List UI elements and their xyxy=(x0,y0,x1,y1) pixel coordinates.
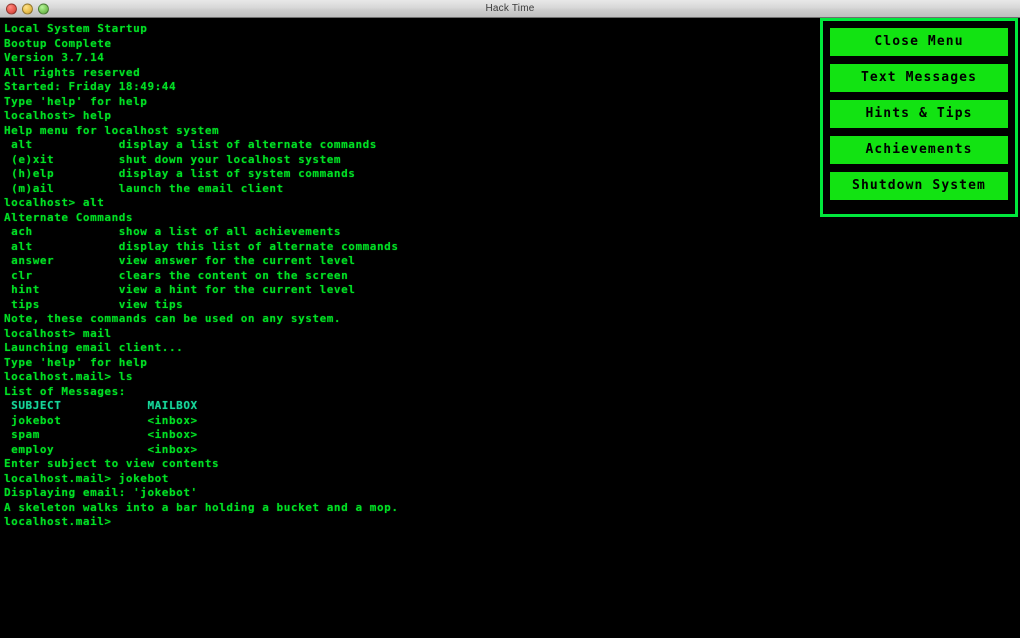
terminal-line: localhost> mail xyxy=(4,326,112,340)
terminal-line: tips view tips xyxy=(4,297,184,311)
game-menu-panel: Close Menu Text Messages Hints & Tips Achie… xyxy=(820,18,1018,217)
terminal-line: hint view a hint for the current level xyxy=(4,283,356,296)
traffic-lights xyxy=(6,3,49,14)
title-bar: Hack Time xyxy=(0,0,1020,18)
terminal-line: alt display this list of alternate comma… xyxy=(4,239,399,253)
terminal-line: Type 'help' for help xyxy=(4,355,148,369)
terminal-line: localhost.mail> ls xyxy=(4,370,134,383)
app-window: Hack Time Local System Startup Bootup Com… xyxy=(0,0,1020,638)
terminal-line: jokebot <inbox> xyxy=(4,413,198,427)
terminal-line: clr clears the content on the screen xyxy=(4,268,349,282)
achievements-button[interactable]: Achievements xyxy=(828,134,1010,166)
text-messages-button[interactable]: Text Messages xyxy=(828,62,1010,94)
terminal-line: spam <inbox> xyxy=(4,428,198,441)
terminal-line: ach show a list of all achievements xyxy=(4,225,342,238)
hints-and-tips-button[interactable]: Hints & Tips xyxy=(828,98,1010,130)
terminal-line: Note, these commands can be used on any … xyxy=(4,312,342,325)
terminal-line: List of Messages: xyxy=(4,384,126,398)
close-window-icon[interactable] xyxy=(6,3,17,14)
minimize-window-icon[interactable] xyxy=(22,3,33,14)
terminal-line: SUBJECT MAILBOX xyxy=(4,399,198,412)
close-menu-button[interactable]: Close Menu xyxy=(828,26,1010,58)
terminal-line: localhost.mail> xyxy=(4,515,112,528)
terminal-line: employ <inbox> xyxy=(4,442,198,456)
terminal-line: Displaying email: 'jokebot' xyxy=(4,486,198,499)
terminal-line: Launching email client... xyxy=(4,341,184,354)
terminal-line: Enter subject to view contents xyxy=(4,457,220,470)
window-title: Hack Time xyxy=(485,2,535,14)
terminal-line: A skeleton walks into a bar holding a bu… xyxy=(4,500,399,514)
maximize-window-icon[interactable] xyxy=(38,3,49,14)
terminal-line: answer view answer for the current level xyxy=(4,254,356,267)
terminal-line: localhost.mail> jokebot xyxy=(4,471,169,485)
shutdown-system-button[interactable]: Shutdown System xyxy=(828,170,1010,202)
